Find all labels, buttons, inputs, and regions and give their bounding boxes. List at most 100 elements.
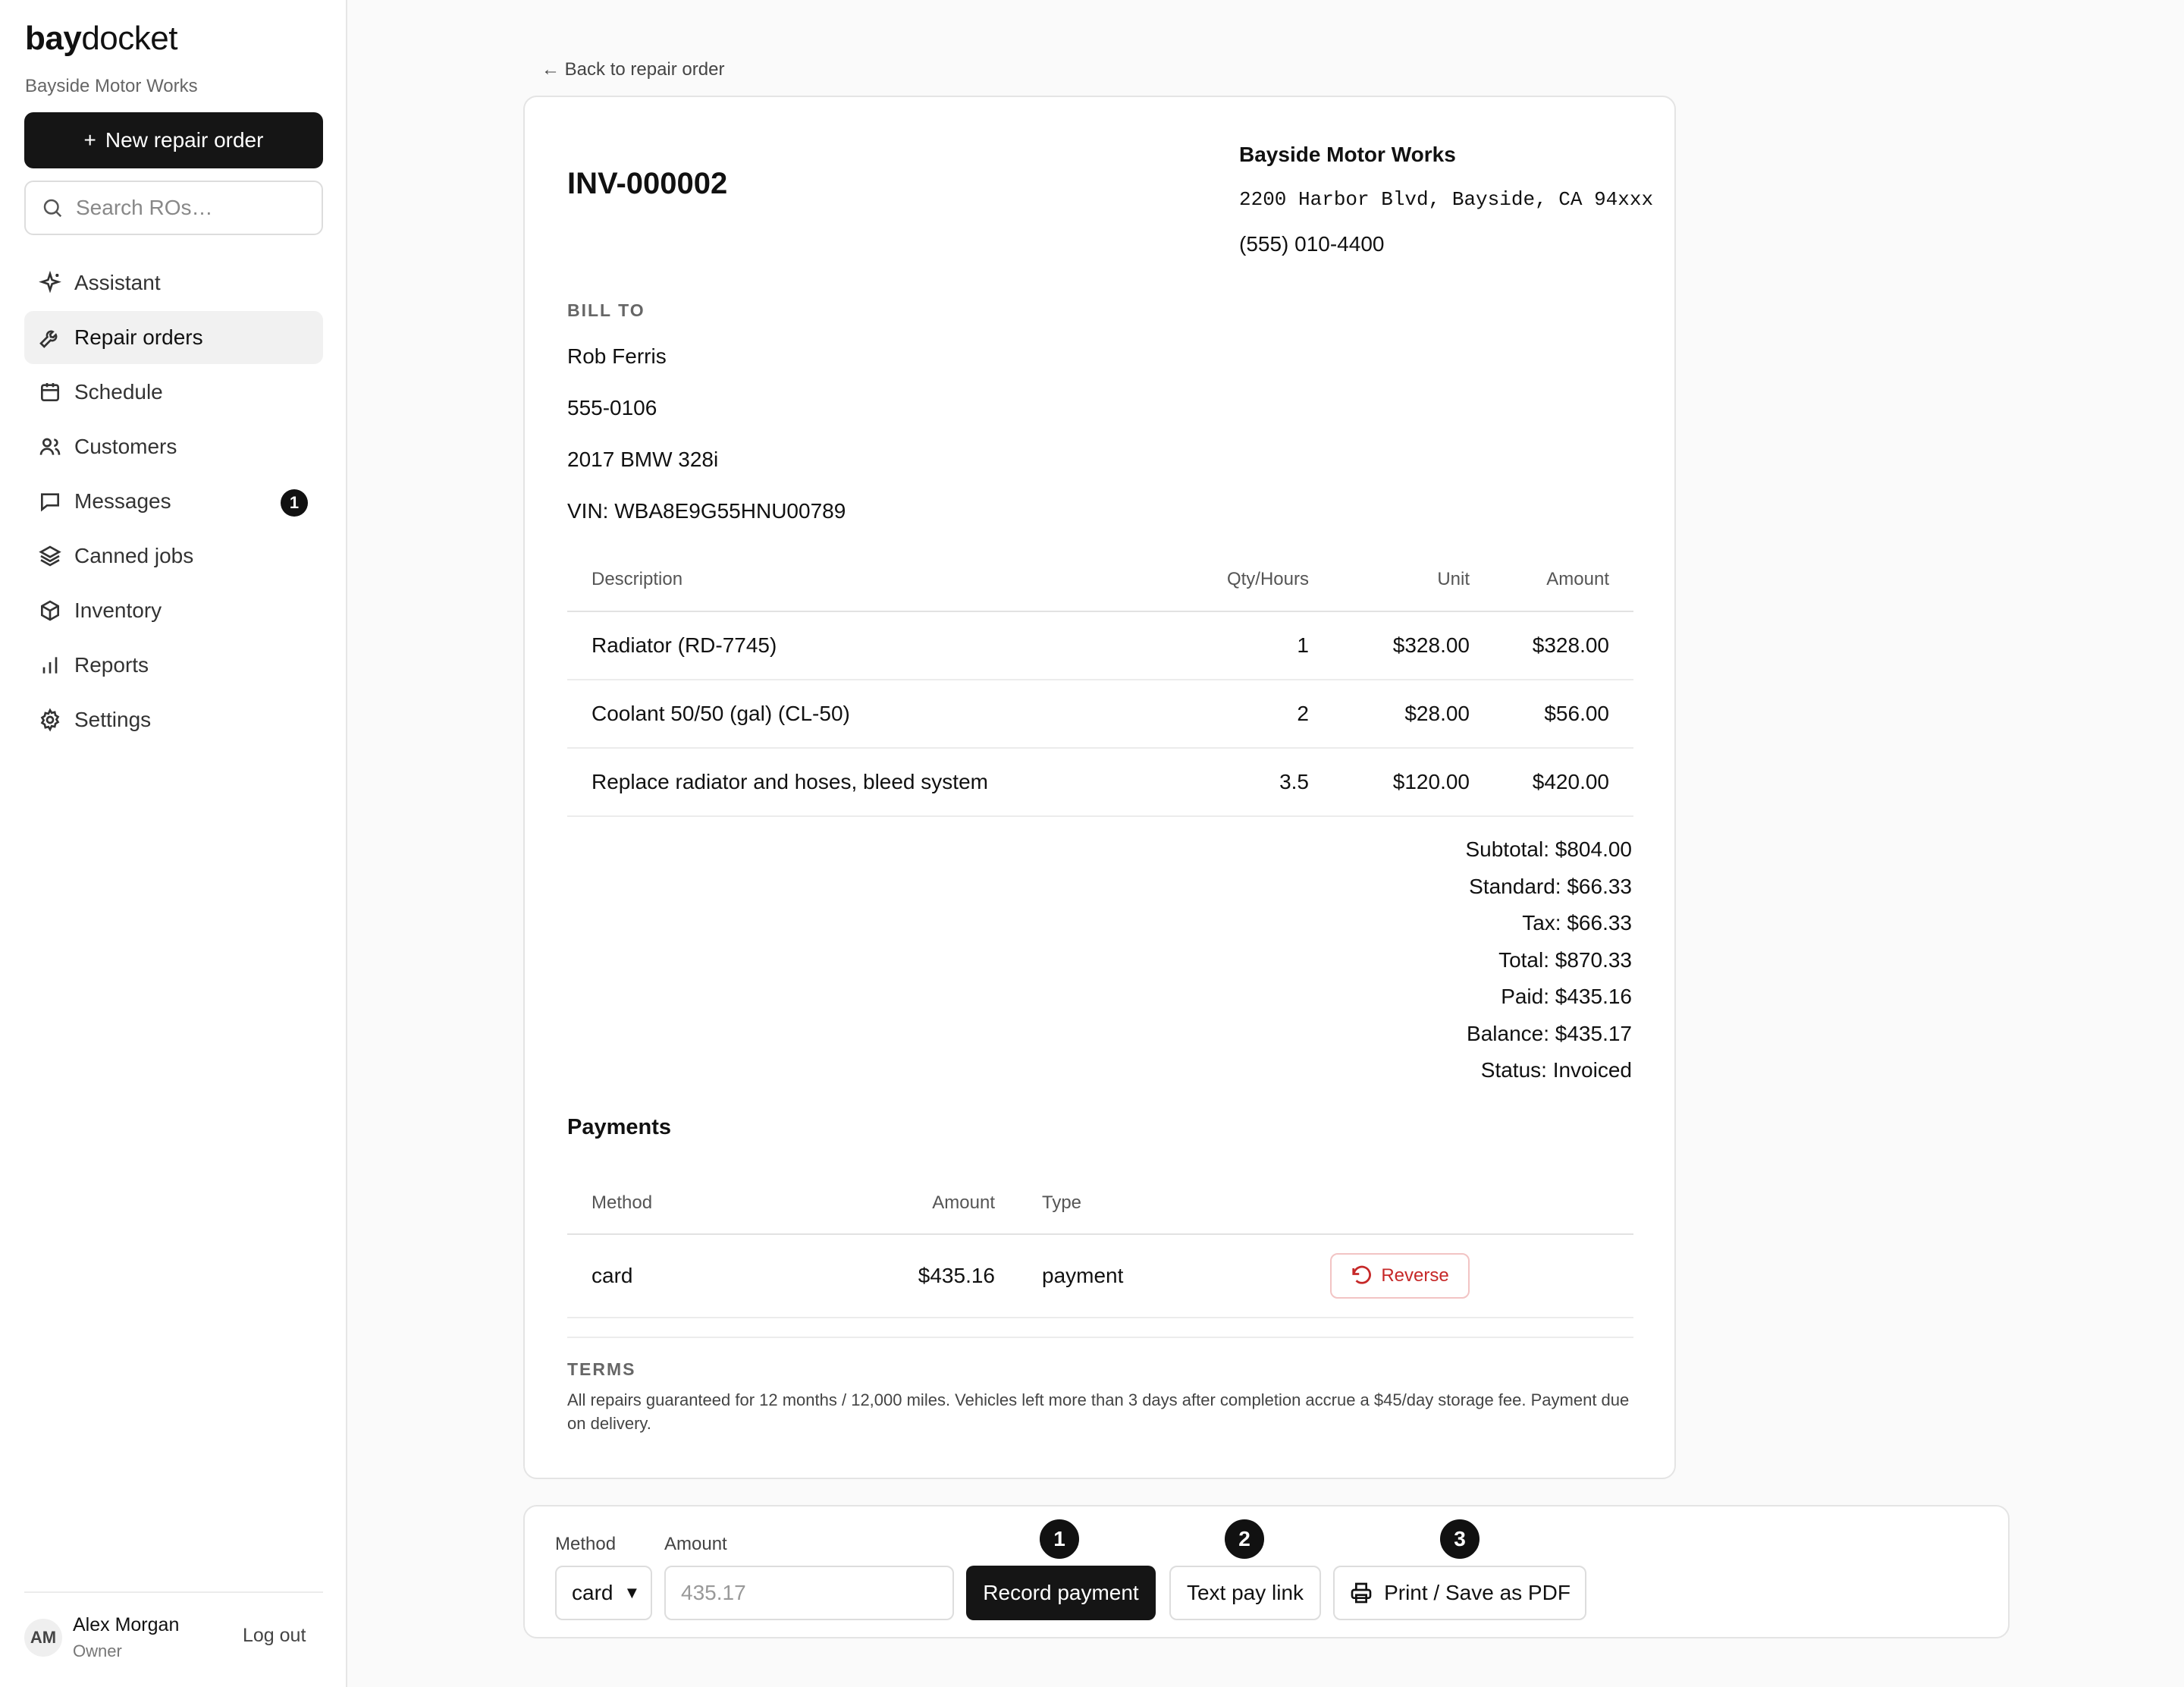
sidebar-item-schedule[interactable]: Schedule [24, 366, 323, 419]
line-description: Radiator (RD-7745) [567, 611, 1166, 680]
print-save-pdf-button[interactable]: Print / Save as PDF [1333, 1566, 1586, 1620]
line-description: Replace radiator and hoses, bleed system [567, 748, 1166, 817]
undo-icon [1352, 1265, 1372, 1284]
terms-text: All repairs guaranteed for 12 months / 1… [567, 1390, 1630, 1433]
print-label: Print / Save as PDF [1384, 1581, 1571, 1604]
sidebar-item-label: Assistant [74, 271, 161, 294]
line-items-table: Description Qty/Hours Unit Amount Radiat… [567, 548, 1633, 817]
business-info: Bayside Motor Works 2200 Harbor Blvd, Ba… [1239, 143, 1653, 256]
total: Total: $870.33 [1498, 947, 1632, 972]
new-repair-order-button[interactable]: + New repair order [24, 112, 323, 168]
record-payment-button[interactable]: Record payment [966, 1566, 1156, 1620]
bill-to-label: BILL TO [567, 300, 645, 320]
reverse-label: Reverse [1381, 1265, 1449, 1286]
back-to-repair-order-link[interactable]: ← Back to repair order [541, 59, 724, 80]
logout-button[interactable]: Log out [243, 1625, 306, 1647]
text-pay-link-button[interactable]: Text pay link [1169, 1566, 1321, 1620]
sidebar-item-customers[interactable]: Customers [24, 420, 323, 473]
terms-label: TERMS [567, 1359, 636, 1379]
customer-phone: 555-0106 [567, 396, 657, 419]
caret-down-icon: ▼ [623, 1583, 641, 1602]
line-amount: $56.00 [1494, 680, 1633, 749]
method-value: card [572, 1581, 613, 1604]
bill-to: Rob Ferris 555-0106 2017 BMW 328i VIN: W… [567, 344, 846, 551]
paid: Paid: $435.16 [1501, 985, 1632, 1008]
sidebar-item-reports[interactable]: Reports [24, 639, 323, 692]
gear-icon [40, 708, 60, 732]
plus-icon: + [83, 128, 96, 152]
line-unit: $120.00 [1333, 748, 1494, 817]
sidebar-nav: Assistant Repair orders Schedule Custome… [24, 256, 323, 748]
method-label: Method [555, 1534, 617, 1554]
sidebar-item-settings[interactable]: Settings [24, 693, 323, 746]
search-input[interactable] [76, 196, 318, 220]
user-role: Owner [73, 1641, 122, 1660]
sidebar-item-inventory[interactable]: Inventory [24, 584, 323, 637]
messages-badge: 1 [281, 489, 308, 517]
line-qty: 2 [1166, 680, 1333, 749]
line-unit: $328.00 [1333, 611, 1494, 680]
sidebar-item-label: Reports [74, 653, 149, 677]
col-method: Method [592, 1192, 653, 1213]
vin: VIN: WBA8E9G55HNU00789 [567, 499, 846, 523]
avatar: AM [24, 1619, 62, 1657]
line-qty: 1 [1166, 611, 1333, 680]
standard: Standard: $66.33 [1469, 874, 1632, 898]
line-unit: $28.00 [1333, 680, 1494, 749]
message-icon [41, 493, 59, 512]
shop-name: Bayside Motor Works [25, 76, 198, 96]
users-icon [39, 438, 61, 455]
sidebar-item-label: Messages [74, 489, 171, 513]
sidebar-item-label: Settings [74, 708, 152, 731]
search-icon [43, 199, 62, 218]
table-row: card $435.16 payment Reverse [567, 1235, 1633, 1318]
step-marker-3: 3 [1438, 1517, 1482, 1561]
sidebar-item-canned-jobs[interactable]: Canned jobs [24, 529, 323, 583]
box-icon [41, 600, 59, 621]
sparkle-icon [39, 271, 61, 294]
col-description: Description [567, 548, 1166, 612]
step-marker-2: 2 [1222, 1517, 1266, 1561]
terms-divider [567, 1337, 1633, 1338]
col-amount: Amount [1494, 548, 1633, 612]
user-name: Alex Morgan [73, 1614, 180, 1635]
payments-title: Payments [567, 1115, 672, 1139]
col-type: Type [1042, 1192, 1082, 1213]
line-qty: 3.5 [1166, 748, 1333, 817]
amount-input[interactable] [664, 1566, 954, 1620]
business-address: 2200 Harbor Blvd, Bayside, CA 94xxx [1239, 188, 1654, 211]
sidebar-item-label: Inventory [74, 598, 162, 622]
sidebar-item-label: Schedule [74, 380, 163, 404]
sidebar-item-label: Canned jobs [74, 544, 194, 567]
method-select[interactable]: card ▼ [555, 1566, 652, 1620]
line-amount: $328.00 [1494, 611, 1633, 680]
search-box[interactable] [24, 181, 323, 235]
invoice-totals: Subtotal: $804.00 Standard: $66.33 Tax: … [1465, 837, 1632, 1095]
vehicle: 2017 BMW 328i [567, 448, 719, 471]
sidebar-item-assistant[interactable]: Assistant [24, 256, 323, 309]
sidebar-item-repair-orders[interactable]: Repair orders [24, 311, 323, 364]
amount-label: Amount [664, 1534, 727, 1554]
table-row: Radiator (RD-7745) 1 $328.00 $328.00 [567, 611, 1633, 680]
table-row: Replace radiator and hoses, bleed system… [567, 748, 1633, 817]
col-unit: Unit [1333, 548, 1494, 612]
business-phone: (555) 010-4400 [1239, 232, 1385, 256]
payments-header: Method Amount Type [567, 1173, 1633, 1235]
table-header: Description Qty/Hours Unit Amount [567, 548, 1633, 612]
tax: Tax: $66.33 [1522, 911, 1632, 935]
col-qty: Qty/Hours [1166, 548, 1333, 612]
app-logo[interactable]: baydocket [25, 20, 177, 58]
sidebar: baydocket Bayside Motor Works + New repa… [0, 0, 347, 1687]
status: Status: Invoiced [1480, 1058, 1632, 1082]
calendar-icon [41, 383, 59, 401]
subtotal: Subtotal: $804.00 [1465, 837, 1632, 861]
payment-amount: $435.16 [918, 1264, 995, 1287]
sidebar-item-messages[interactable]: Messages 1 [24, 475, 323, 528]
customer-name: Rob Ferris [567, 344, 667, 368]
reverse-payment-button[interactable]: Reverse [1330, 1253, 1470, 1299]
user-divider [24, 1591, 323, 1593]
payment-type: payment [1042, 1264, 1124, 1287]
wrench-icon [39, 330, 58, 348]
col-amount: Amount [932, 1192, 995, 1213]
sidebar-item-label: Customers [74, 435, 177, 458]
